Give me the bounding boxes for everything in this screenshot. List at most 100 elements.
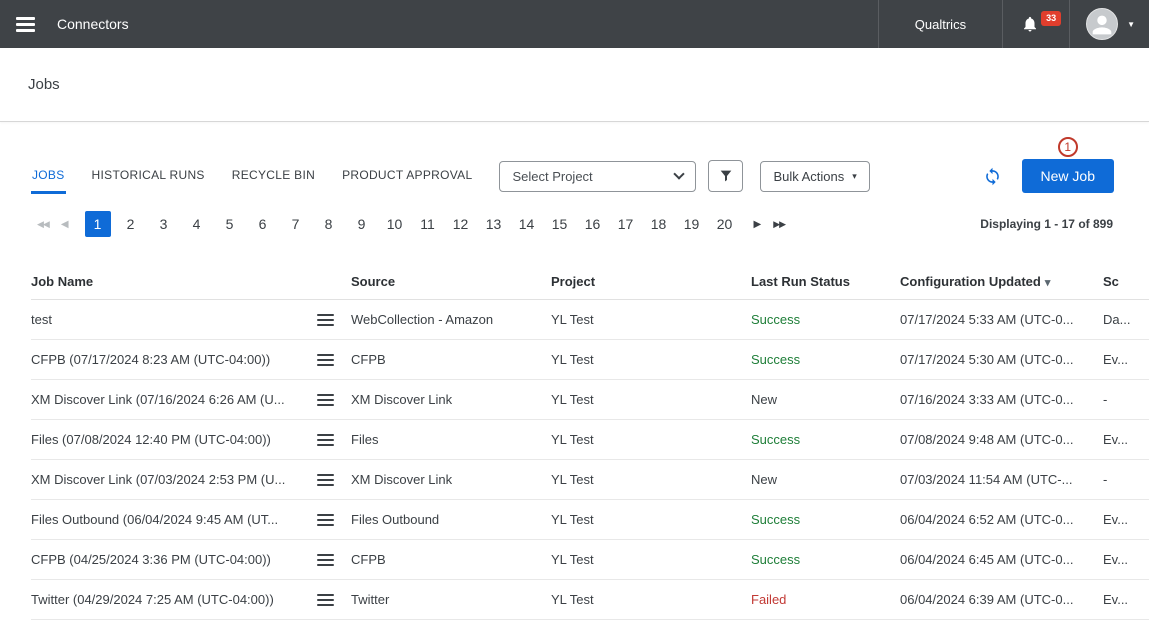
hamburger-menu-icon[interactable] <box>8 9 43 40</box>
job-name[interactable]: Twitter (04/29/2024 7:25 AM (UTC-04:00)) <box>31 580 315 620</box>
row-menu-icon[interactable] <box>315 590 336 610</box>
new-job-wrap: 1 New Job <box>1022 159 1114 193</box>
page-button-10[interactable]: 10 <box>382 211 408 237</box>
column-header-configuration-updated[interactable]: Configuration Updated▾ <box>900 264 1103 300</box>
page-button-7[interactable]: 7 <box>283 211 309 237</box>
page-title: Jobs <box>28 76 60 93</box>
job-source: Twitter <box>351 580 551 620</box>
page-button-20[interactable]: 20 <box>712 211 738 237</box>
first-page-button[interactable]: ◀◀ <box>31 211 55 237</box>
column-header-source[interactable]: Source <box>351 264 551 300</box>
topbar-right: Qualtrics 33 ▼ <box>878 0 1149 48</box>
user-menu[interactable]: ▼ <box>1069 0 1149 48</box>
job-name[interactable]: XM Discover Link (07/16/2024 6:26 AM (U.… <box>31 380 315 420</box>
table-row[interactable]: test WebCollection - Amazon YL Test Succ… <box>31 300 1149 340</box>
job-schedule: Ev... <box>1103 540 1149 580</box>
page-button-6[interactable]: 6 <box>250 211 276 237</box>
funnel-icon <box>718 168 734 184</box>
page-button-13[interactable]: 13 <box>481 211 507 237</box>
page-button-17[interactable]: 17 <box>613 211 639 237</box>
tab-product-approval[interactable]: PRODUCT APPROVAL <box>341 158 473 194</box>
page-button-12[interactable]: 12 <box>448 211 474 237</box>
table-row[interactable]: XM Discover Link (07/03/2024 2:53 PM (U.… <box>31 460 1149 500</box>
new-job-button[interactable]: New Job <box>1022 159 1114 193</box>
last-run-status: Success <box>751 500 900 540</box>
pagination: ◀◀ ◀ 1234567891011121314151617181920 ▶ ▶… <box>31 210 1113 238</box>
page-button-8[interactable]: 8 <box>316 211 342 237</box>
job-name[interactable]: Files (07/08/2024 12:40 PM (UTC-04:00)) <box>31 420 315 460</box>
row-menu-icon[interactable] <box>315 470 336 490</box>
page-button-1[interactable]: 1 <box>85 211 111 237</box>
configuration-updated: 07/17/2024 5:30 AM (UTC-0... <box>900 340 1103 380</box>
page-button-16[interactable]: 16 <box>580 211 606 237</box>
app-window: Connectors Qualtrics 33 ▼ Jobs <box>0 0 1149 627</box>
refresh-button[interactable] <box>983 167 1002 186</box>
table-row[interactable]: Files Outbound (06/04/2024 9:45 AM (UT..… <box>31 500 1149 540</box>
page-button-4[interactable]: 4 <box>184 211 210 237</box>
column-header-job-name[interactable]: Job Name <box>31 264 315 300</box>
last-run-status: Success <box>751 300 900 340</box>
refresh-icon <box>983 167 1002 186</box>
last-page-button[interactable]: ▶▶ <box>767 211 791 237</box>
table-row[interactable]: XM Discover Link (07/16/2024 6:26 AM (U.… <box>31 380 1149 420</box>
job-source: WebCollection - Amazon <box>351 300 551 340</box>
notifications-button[interactable]: 33 <box>1002 0 1069 48</box>
brand-menu[interactable]: Qualtrics <box>878 0 1002 48</box>
job-project: YL Test <box>551 420 751 460</box>
page-button-11[interactable]: 11 <box>415 211 441 237</box>
page-button-18[interactable]: 18 <box>646 211 672 237</box>
page-button-9[interactable]: 9 <box>349 211 375 237</box>
next-page-button[interactable]: ▶ <box>748 211 768 237</box>
row-menu-icon[interactable] <box>315 310 336 330</box>
avatar <box>1086 8 1118 40</box>
tab-historical-runs[interactable]: HISTORICAL RUNS <box>91 158 206 194</box>
filter-button[interactable] <box>708 160 743 192</box>
bulk-actions-button[interactable]: Bulk Actions ▾ <box>760 161 869 192</box>
last-run-status: New <box>751 460 900 500</box>
project-select[interactable]: Select Project <box>499 161 696 192</box>
row-menu-cell <box>315 540 351 580</box>
column-header-project[interactable]: Project <box>551 264 751 300</box>
column-header-schedule[interactable]: Sc <box>1103 264 1149 300</box>
configuration-updated: 06/04/2024 6:45 AM (UTC-0... <box>900 540 1103 580</box>
row-menu-icon[interactable] <box>315 430 336 450</box>
tab-recycle-bin[interactable]: RECYCLE BIN <box>231 158 316 194</box>
job-schedule: Ev... <box>1103 340 1149 380</box>
job-schedule: Ev... <box>1103 500 1149 540</box>
jobs-table-body: test WebCollection - Amazon YL Test Succ… <box>31 300 1149 620</box>
page-button-14[interactable]: 14 <box>514 211 540 237</box>
job-name[interactable]: CFPB (04/25/2024 3:36 PM (UTC-04:00)) <box>31 540 315 580</box>
page-button-15[interactable]: 15 <box>547 211 573 237</box>
table-row[interactable]: Files (07/08/2024 12:40 PM (UTC-04:00)) … <box>31 420 1149 460</box>
job-name[interactable]: XM Discover Link (07/03/2024 2:53 PM (U.… <box>31 460 315 500</box>
chevron-down-icon: ▼ <box>1127 20 1135 29</box>
row-menu-icon[interactable] <box>315 350 336 370</box>
job-project: YL Test <box>551 580 751 620</box>
page-button-5[interactable]: 5 <box>217 211 243 237</box>
table-row[interactable]: CFPB (04/25/2024 3:36 PM (UTC-04:00)) CF… <box>31 540 1149 580</box>
sort-descending-icon: ▾ <box>1045 277 1051 289</box>
previous-page-button[interactable]: ◀ <box>55 211 75 237</box>
column-header-last-run-status[interactable]: Last Run Status <box>751 264 900 300</box>
job-schedule: - <box>1103 460 1149 500</box>
row-menu-icon[interactable] <box>315 550 336 570</box>
job-name[interactable]: Files Outbound (06/04/2024 9:45 AM (UT..… <box>31 500 315 540</box>
page-button-2[interactable]: 2 <box>118 211 144 237</box>
configuration-updated: 07/03/2024 11:54 AM (UTC-... <box>900 460 1103 500</box>
configuration-updated: 06/04/2024 6:52 AM (UTC-0... <box>900 500 1103 540</box>
column-header-row-menu <box>315 264 351 300</box>
page-button-3[interactable]: 3 <box>151 211 177 237</box>
table-row[interactable]: CFPB (07/17/2024 8:23 AM (UTC-04:00)) CF… <box>31 340 1149 380</box>
job-name[interactable]: test <box>31 300 315 340</box>
annotation-step-badge: 1 <box>1058 137 1078 157</box>
tab-jobs[interactable]: JOBS <box>31 158 66 194</box>
row-menu-icon[interactable] <box>315 510 336 530</box>
brand-label: Qualtrics <box>915 17 966 32</box>
page-button-19[interactable]: 19 <box>679 211 705 237</box>
job-name[interactable]: CFPB (07/17/2024 8:23 AM (UTC-04:00)) <box>31 340 315 380</box>
first-page-icon: ◀◀ <box>37 219 49 230</box>
row-menu-cell <box>315 340 351 380</box>
table-row[interactable]: Twitter (04/29/2024 7:25 AM (UTC-04:00))… <box>31 580 1149 620</box>
job-project: YL Test <box>551 380 751 420</box>
row-menu-icon[interactable] <box>315 390 336 410</box>
